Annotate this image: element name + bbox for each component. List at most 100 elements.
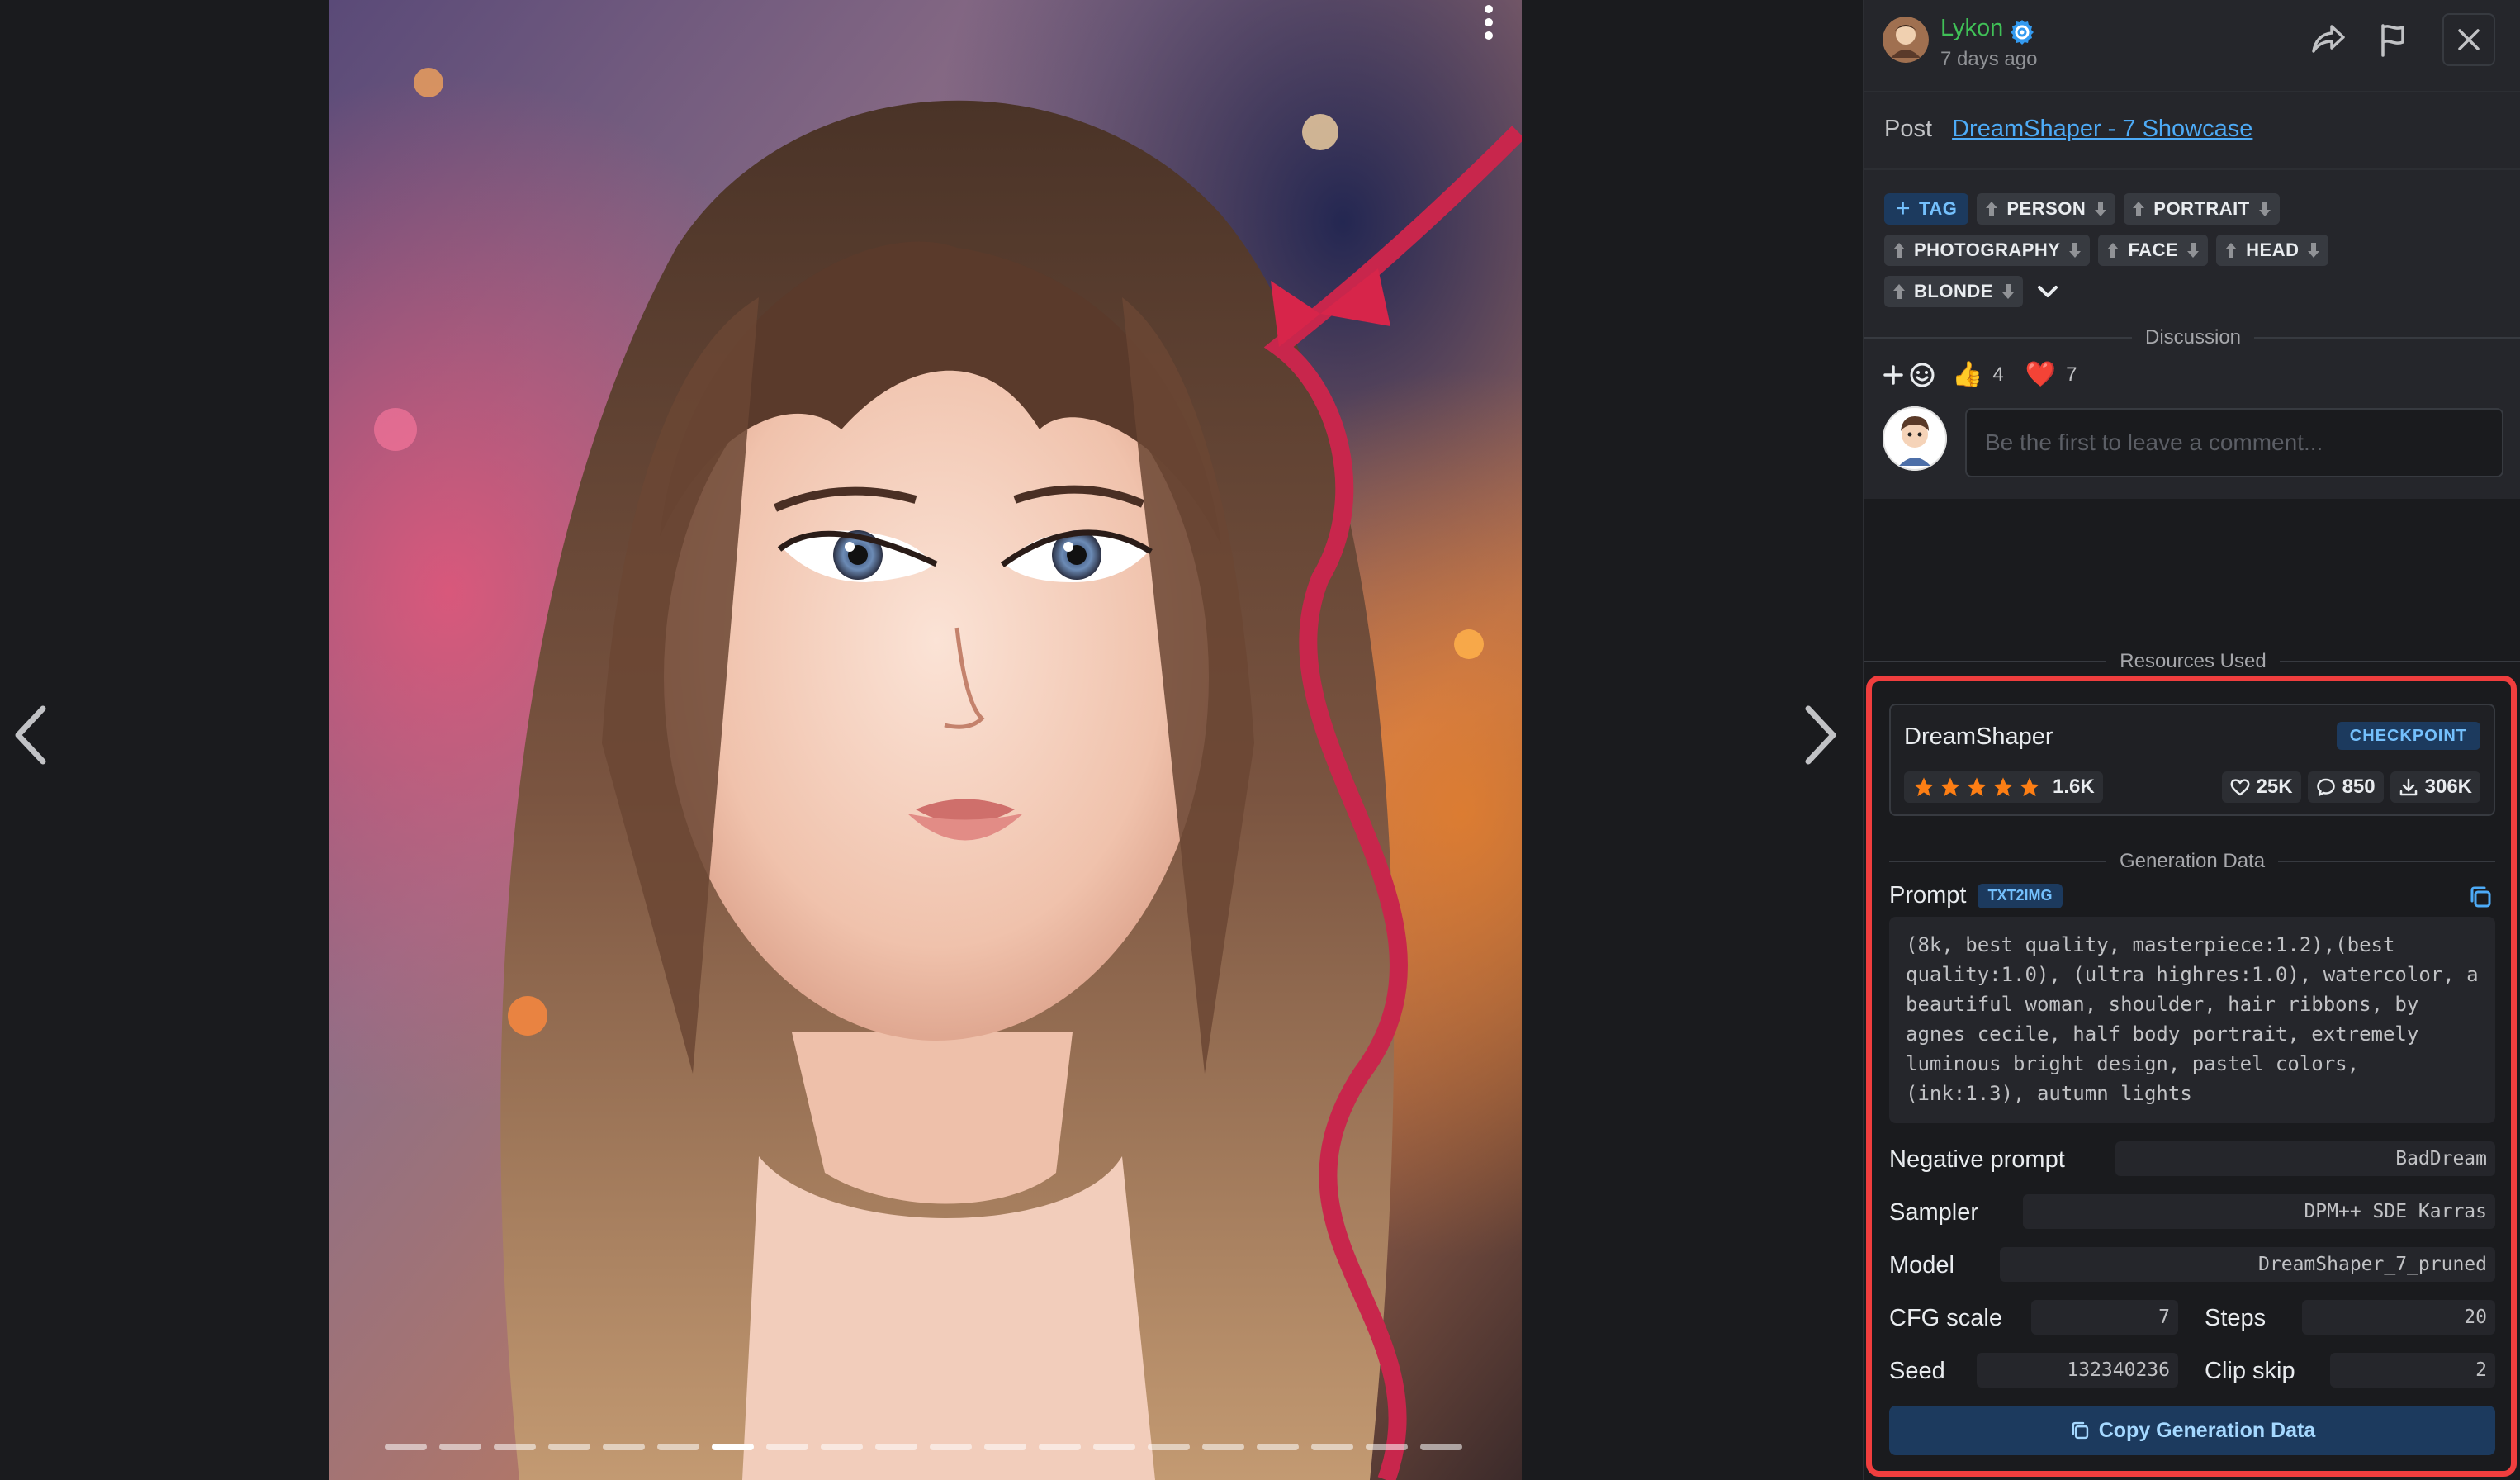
upvote-icon[interactable] [1891, 241, 1907, 259]
post-link[interactable]: DreamShaper - 7 Showcase [1952, 116, 2252, 142]
copy-generation-data-button[interactable]: Copy Generation Data [1889, 1406, 2495, 1455]
carousel-indicator[interactable] [1148, 1444, 1190, 1450]
add-tag-button[interactable]: + TAG [1884, 193, 1969, 225]
carousel-indicator[interactable] [385, 1444, 427, 1450]
author-avatar[interactable] [1883, 17, 1929, 63]
downvote-icon[interactable] [2092, 200, 2109, 218]
upvote-icon[interactable] [2130, 200, 2147, 218]
star-icon [1940, 777, 1960, 797]
reaction-thumbs-up[interactable]: 👍 4 [1947, 360, 2009, 389]
downvote-icon[interactable] [2305, 241, 2322, 259]
cfg-scale-value: 7 [2031, 1300, 2178, 1335]
carousel-indicator[interactable] [1420, 1444, 1462, 1450]
tag-label[interactable]: PHOTOGRAPHY [1914, 240, 2060, 261]
current-user-avatar [1883, 406, 1947, 471]
chevron-left-icon [15, 705, 46, 765]
carousel-indicator[interactable] [984, 1444, 1026, 1450]
more-options-icon[interactable] [1474, 2, 1504, 45]
reactions-bar: 👍 4 ❤️ 7 [1883, 360, 2082, 389]
comment-input[interactable]: Be the first to leave a comment... [1965, 408, 2503, 477]
copy-prompt-button[interactable] [2467, 884, 2494, 910]
carousel-indicator[interactable] [821, 1444, 863, 1450]
tag-list: + TAG PERSON PORTRAIT PHOTOGRAPHY FACE H… [1884, 193, 2512, 317]
resources-divider: Resources Used [1864, 649, 2520, 674]
carousel-indicator[interactable] [766, 1444, 808, 1450]
prompt-text: (8k, best quality, masterpiece:1.2),(bes… [1889, 917, 2495, 1123]
plus-icon [1883, 364, 1903, 385]
generation-divider: Generation Data [1889, 849, 2496, 874]
carousel-indicator[interactable] [1093, 1444, 1135, 1450]
comment-icon [2316, 778, 2335, 796]
post-reference: Post DreamShaper - 7 Showcase [1884, 116, 2252, 143]
carousel-indicator[interactable] [548, 1444, 590, 1450]
sampler-label: Sampler [1889, 1199, 1978, 1226]
tag-chip: FACE [2098, 235, 2209, 266]
upvote-icon[interactable] [1891, 282, 1907, 301]
carousel-indicator[interactable] [930, 1444, 972, 1450]
carousel-indicator[interactable] [494, 1444, 536, 1450]
resource-stats: 25K 850 306K [2221, 771, 2480, 803]
tag-chip: PHOTOGRAPHY [1884, 235, 2091, 266]
model-label: Model [1889, 1252, 1954, 1278]
add-tag-label: TAG [1919, 198, 1958, 219]
clip-skip-label: Clip skip [2205, 1358, 2295, 1384]
carousel-indicator[interactable] [1257, 1444, 1299, 1450]
carousel-indicator[interactable] [439, 1444, 481, 1450]
rating-count: 1.6K [2053, 776, 2095, 798]
author-name[interactable]: Lykon [1940, 15, 2003, 42]
close-button[interactable] [2442, 13, 2495, 66]
add-reaction-button[interactable] [1883, 362, 1935, 388]
downvote-icon[interactable] [2067, 241, 2083, 259]
downvote-icon[interactable] [2257, 200, 2273, 218]
resource-card[interactable]: DreamShaper CHECKPOINT 1.6K 25K 850 306K [1889, 704, 2495, 816]
generation-heading: Generation Data [2119, 850, 2266, 872]
sampler-value: DPM++ SDE Karras [2023, 1194, 2495, 1229]
tag-chip: PERSON [1977, 193, 2116, 225]
report-button[interactable] [2370, 17, 2416, 63]
carousel-indicator[interactable] [1311, 1444, 1353, 1450]
downvote-icon[interactable] [2000, 282, 2016, 301]
upvote-icon[interactable] [2105, 241, 2121, 259]
carousel-indicator[interactable] [1366, 1444, 1408, 1450]
carousel-indicator[interactable] [875, 1444, 917, 1450]
tag-label[interactable]: BLONDE [1914, 281, 1993, 302]
resource-name: DreamShaper [1904, 723, 2053, 750]
star-icon [2020, 777, 2039, 797]
tag-chip: HEAD [2216, 235, 2329, 266]
carousel-indicator[interactable] [657, 1444, 699, 1450]
tag-label[interactable]: FACE [2128, 240, 2178, 261]
tag-chip: BLONDE [1884, 276, 2023, 307]
show-more-tags-button[interactable] [2031, 276, 2064, 307]
post-timestamp: 7 days ago [1940, 48, 2038, 70]
resources-heading: Resources Used [2120, 650, 2267, 672]
carousel-indicator[interactable] [1202, 1444, 1244, 1450]
panel-header: Lykon 7 days ago [1864, 0, 2520, 92]
seed-label: Seed [1889, 1358, 1945, 1384]
carousel-indicator[interactable] [1039, 1444, 1081, 1450]
likes-count: 25K [2256, 776, 2293, 798]
downvote-icon[interactable] [2185, 241, 2201, 259]
carousel-indicator[interactable] [712, 1444, 754, 1450]
discussion-divider: Discussion [1864, 325, 2520, 350]
generated-image [329, 0, 1522, 1480]
tag-label[interactable]: HEAD [2246, 240, 2299, 261]
carousel-indicators [385, 1444, 1462, 1455]
previous-image-button[interactable] [7, 704, 56, 766]
steps-value: 20 [2302, 1300, 2495, 1335]
tag-label[interactable]: PERSON [2006, 198, 2086, 220]
upvote-icon[interactable] [1983, 200, 2000, 218]
copy-icon [2072, 1421, 2088, 1440]
downloads-stat: 306K [2390, 771, 2480, 803]
tag-label[interactable]: PORTRAIT [2153, 198, 2249, 220]
post-label: Post [1884, 116, 1933, 142]
verified-badge-icon [2008, 18, 2036, 46]
discussion-heading: Discussion [2144, 326, 2242, 349]
share-button[interactable] [2305, 17, 2352, 63]
prompt-label: Prompt [1889, 882, 1967, 908]
upvote-icon[interactable] [2223, 241, 2239, 259]
seed-value: 132340236 [1977, 1353, 2178, 1388]
carousel-indicator[interactable] [603, 1444, 645, 1450]
reaction-heart[interactable]: ❤️ 7 [2020, 360, 2082, 389]
negative-prompt-value: BadDream [2115, 1141, 2495, 1176]
next-image-button[interactable] [1795, 704, 1845, 766]
